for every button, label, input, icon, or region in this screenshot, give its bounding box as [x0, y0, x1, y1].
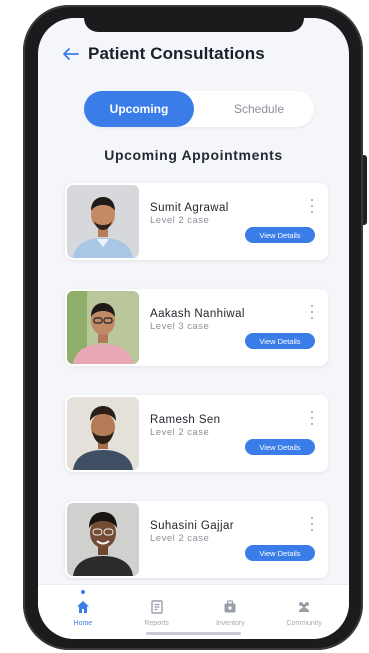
- patient-name: Sumit Agrawal: [150, 202, 229, 214]
- appointment-card[interactable]: Ramesh Sen Level 2 case View Details: [65, 395, 328, 472]
- case-level: Level 2 case: [150, 215, 210, 226]
- home-icon: [75, 599, 91, 615]
- reports-icon: [149, 599, 165, 615]
- tab-reports[interactable]: Reports: [122, 585, 192, 639]
- avatar: [67, 291, 139, 364]
- header: Patient Consultations: [62, 42, 265, 66]
- appointment-card[interactable]: Aakash Nanhiwal Level 3 case View Detail…: [65, 289, 328, 366]
- patient-name: Aakash Nanhiwal: [150, 308, 245, 320]
- tab-schedule[interactable]: Schedule: [204, 91, 314, 127]
- tab-community[interactable]: Community: [269, 585, 339, 639]
- phone-notch: [84, 18, 304, 32]
- community-icon: [296, 599, 312, 615]
- patient-name: Suhasini Gajjar: [150, 520, 234, 532]
- view-details-button[interactable]: View Details: [245, 227, 315, 243]
- page-title: Patient Consultations: [88, 44, 265, 63]
- case-level: Level 3 case: [150, 321, 210, 332]
- phone-frame: Patient Consultations Upcoming Schedule …: [23, 5, 367, 650]
- tab-label: Reports: [144, 620, 169, 627]
- tab-label: Home: [73, 620, 93, 627]
- home-indicator: [146, 632, 241, 635]
- tab-inventory[interactable]: Inventory: [195, 585, 265, 639]
- inventory-icon: [222, 599, 238, 615]
- avatar: [67, 397, 139, 470]
- more-options-icon[interactable]: [308, 199, 316, 213]
- app-screen: Patient Consultations Upcoming Schedule …: [38, 18, 349, 639]
- section-title: Upcoming Appointments: [104, 147, 283, 163]
- view-details-button[interactable]: View Details: [245, 545, 315, 561]
- avatar: [67, 503, 139, 576]
- tab-home[interactable]: Home: [48, 585, 118, 639]
- tab-label: Community: [286, 620, 322, 627]
- view-details-button[interactable]: View Details: [245, 439, 315, 455]
- case-level: Level 2 case: [150, 427, 210, 438]
- avatar: [67, 185, 139, 258]
- back-arrow-icon[interactable]: [62, 45, 80, 63]
- more-options-icon[interactable]: [308, 411, 316, 425]
- tab-upcoming[interactable]: Upcoming: [84, 91, 194, 127]
- more-options-icon[interactable]: [308, 517, 316, 531]
- tab-label: Inventory: [215, 620, 245, 627]
- patient-name: Ramesh Sen: [150, 414, 221, 426]
- appointment-card[interactable]: Sumit Agrawal Level 2 case View Details: [65, 183, 328, 260]
- active-indicator: [80, 590, 85, 594]
- view-details-button[interactable]: View Details: [245, 333, 315, 349]
- bottom-tab-bar: Home Reports Inventory Community: [38, 584, 349, 639]
- case-level: Level 2 case: [150, 533, 210, 544]
- appointment-card[interactable]: Suhasini Gajjar Level 2 case View Detail…: [65, 501, 328, 578]
- more-options-icon[interactable]: [308, 305, 316, 319]
- appointment-tabs: Upcoming Schedule: [84, 91, 314, 127]
